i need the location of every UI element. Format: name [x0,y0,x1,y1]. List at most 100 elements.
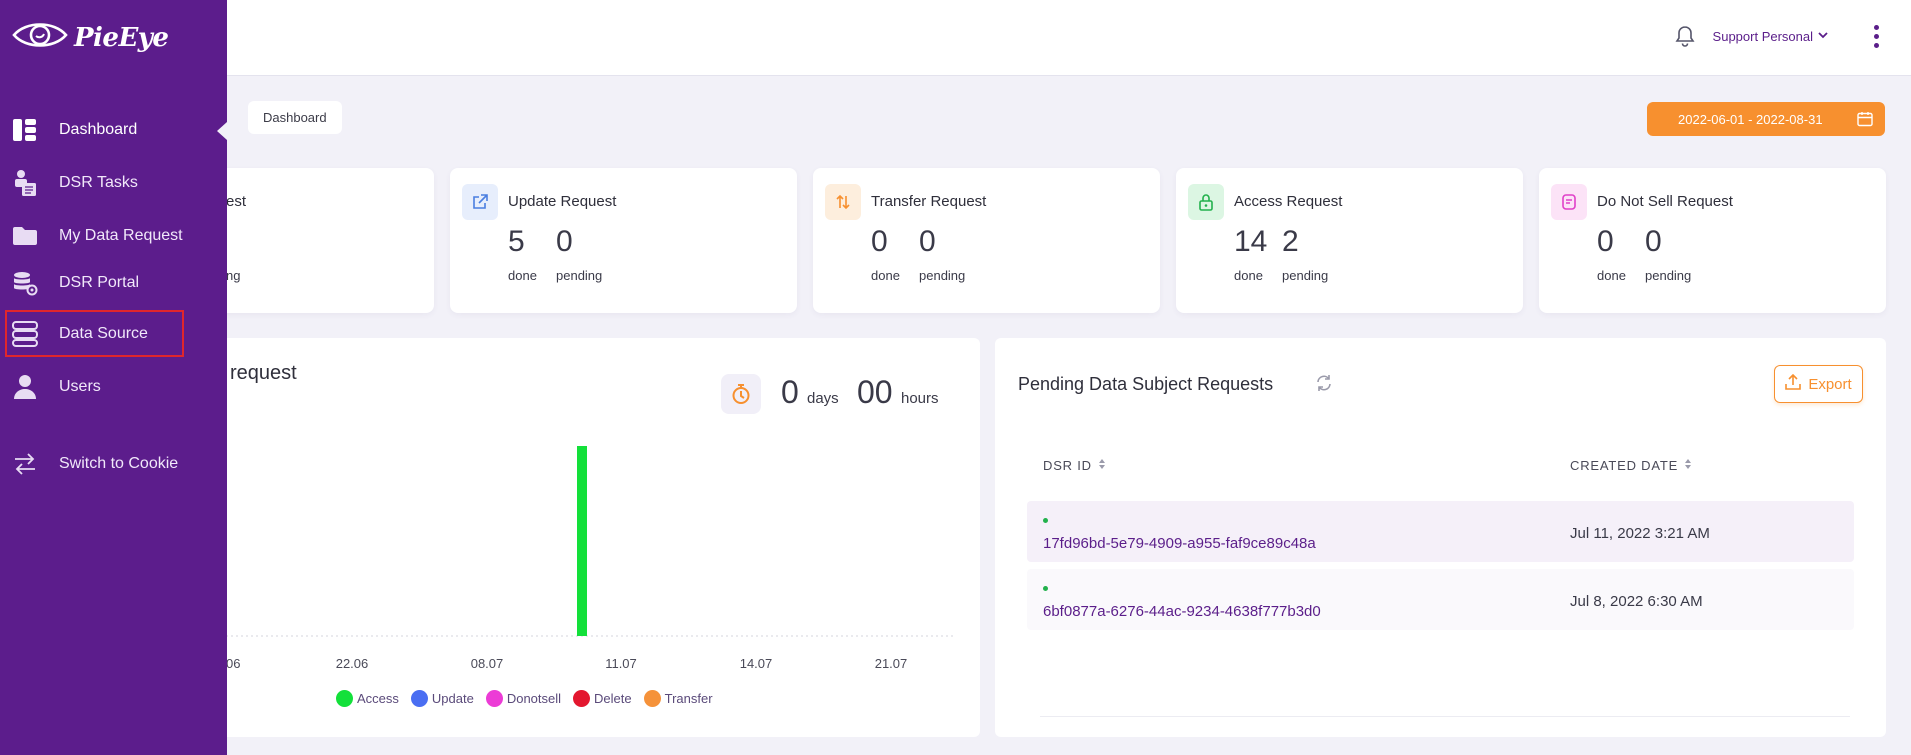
status-dot [1043,518,1048,523]
sort-icon [1684,458,1692,473]
table-row[interactable]: 17fd96bd-5e79-4909-a955-faf9ce89c48a Jul… [1027,501,1854,562]
legend-label: Access [357,691,399,706]
breadcrumb[interactable]: Dashboard [248,101,342,134]
sidebar-item-users[interactable]: Users [0,367,227,407]
stat-card-access: Access Request 14 2 done pending [1176,168,1523,313]
stat-card-title: Access Request [1234,193,1343,210]
legend-swatch [485,690,503,707]
export-button[interactable]: Export [1774,365,1863,403]
legend-item-delete[interactable]: Delete [573,690,632,707]
done-label: done [508,268,537,283]
chart-legend: Access Update Donotsell Delete Transfer [336,690,713,707]
calendar-icon [1857,111,1873,130]
database-gear-icon [12,270,38,296]
legend-item-transfer[interactable]: Transfer [643,690,713,707]
column-header-label: CREATED DATE [1570,458,1679,473]
top-bar: Support Personal [0,0,1911,76]
sidebar-item-data-source[interactable]: Data Source [0,314,227,354]
dsr-id-link[interactable]: 6bf0877a-6276-44ac-9234-4638f777b3d0 [1043,603,1321,620]
sidebar: PieEye Dashboard DSR Tasks My Data Reque… [0,0,227,755]
status-dot [1043,586,1048,591]
stat-card-title: est [226,193,247,210]
export-label: Export [1808,375,1852,393]
sidebar-item-switch-to-cookie[interactable]: Switch to Cookie [0,444,227,484]
tasks-icon [12,170,38,196]
sidebar-item-my-data-request[interactable]: My Data Request [0,216,227,256]
sidebar-item-label: Data Source [59,325,148,342]
pending-requests-title: Pending Data Subject Requests [1018,374,1274,394]
date-range-picker[interactable]: 2022-06-01 - 2022-08-31 [1647,102,1885,136]
column-header-dsr-id[interactable]: DSR ID [1043,458,1106,473]
user-menu[interactable]: Support Personal [1713,29,1829,44]
sidebar-item-dsr-portal[interactable]: DSR Portal [0,263,227,303]
table-divider [1040,716,1850,717]
top-bar-actions: Support Personal [1671,22,1881,50]
dashboard-icon [12,117,38,143]
eye-logo-icon [12,18,68,57]
sidebar-item-label: Dashboard [59,121,138,138]
pending-label: ng [226,268,241,283]
pending-count: 2 [1282,225,1299,258]
note-icon [1551,184,1587,220]
notification-bell-icon[interactable] [1671,22,1699,50]
date-range-value: 2022-06-01 - 2022-08-31 [1678,111,1823,127]
done-count: 0 [871,225,888,258]
chevron-down-icon [1817,29,1829,44]
sidebar-item-label: Switch to Cookie [59,455,179,472]
pending-label: pending [1645,268,1692,283]
legend-item-access[interactable]: Access [336,690,399,707]
logo-text: PieEye [74,22,169,53]
switch-icon [12,451,38,477]
stat-card-update: Update Request 5 0 done pending [450,168,797,313]
done-label: done [871,268,900,283]
table-row[interactable]: 6bf0877a-6276-44ac-9234-4638f777b3d0 Jul… [1027,569,1854,630]
legend-swatch [573,690,591,707]
data-source-icon [12,321,38,347]
legend-swatch [336,690,353,707]
legend-label: Donotsell [506,691,562,706]
done-count: 5 [508,225,525,258]
created-date: Jul 8, 2022 6:30 AM [1570,593,1703,610]
user-name: Support Personal [1712,28,1813,44]
sidebar-item-dsr-tasks[interactable]: DSR Tasks [0,163,227,203]
x-tick-label: 14.07 [740,656,773,671]
done-count: 14 [1234,225,1268,258]
x-tick-label: 06 [226,656,240,671]
bar-access[interactable] [577,446,587,636]
stat-card-transfer: Transfer Request 0 0 done pending [813,168,1160,313]
transfer-arrows-icon [825,184,861,220]
legend-swatch [643,690,661,707]
legend-label: Delete [594,691,632,706]
upload-icon [1785,373,1802,394]
refresh-icon[interactable] [1315,374,1333,397]
legend-item-update[interactable]: Update [410,690,474,707]
x-tick-label: 08.07 [471,656,504,671]
legend-label: Transfer [664,691,713,706]
pending-label: pending [1282,268,1329,283]
stat-card-do-not-sell: Do Not Sell Request 0 0 done pending [1539,168,1886,313]
logo[interactable]: PieEye [12,18,169,57]
sidebar-item-label: Users [59,378,101,395]
column-header-label: DSR ID [1043,458,1092,473]
column-header-created-date[interactable]: CREATED DATE [1570,458,1692,473]
sidebar-item-dashboard[interactable]: Dashboard [0,110,227,150]
chart: 06 22.06 08.07 11.07 14.07 21.07 [226,446,955,671]
pending-label: pending [919,268,966,283]
legend-swatch [410,690,428,707]
x-tick-label: 22.06 [336,656,369,671]
dsr-id-link[interactable]: 17fd96bd-5e79-4909-a955-faf9ce89c48a [1043,535,1316,552]
sort-icon [1098,458,1106,473]
done-count: 0 [1597,225,1614,258]
lock-open-icon [1188,184,1224,220]
legend-label: Update [431,691,474,706]
done-label: done [1234,268,1263,283]
pending-count: 0 [556,225,573,258]
sidebar-item-label: DSR Portal [59,274,140,291]
stat-card-title: Transfer Request [871,193,987,210]
more-options-icon[interactable] [1871,22,1881,50]
pending-label: pending [556,268,603,283]
legend-item-donotsell[interactable]: Donotsell [485,690,562,707]
sidebar-item-label: DSR Tasks [59,174,138,191]
x-tick-label: 11.07 [605,656,637,671]
pending-count: 0 [1645,225,1662,258]
